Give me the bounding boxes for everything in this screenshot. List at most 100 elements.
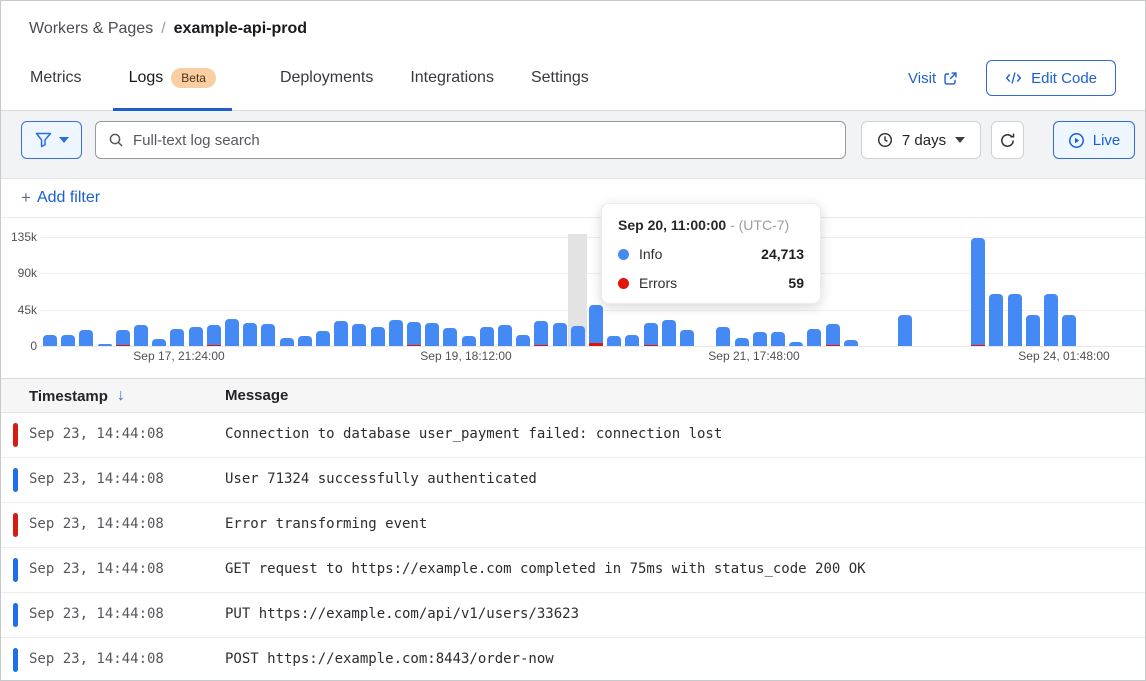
log-row[interactable]: Sep 23, 14:44:08Error transforming event [1,503,1145,548]
chart-bar[interactable] [316,331,330,346]
chart-bar[interactable] [735,338,749,346]
timestamp-column-label: Timestamp [29,388,108,405]
chart-bar[interactable] [571,326,585,346]
chart-bar[interactable] [61,335,75,346]
chart-bar[interactable] [261,324,275,346]
breadcrumb-separator: / [161,20,165,38]
chart-bar[interactable] [116,330,130,346]
log-row[interactable]: Sep 23, 14:44:08User 71324 successfully … [1,458,1145,503]
chart-bar[interactable] [644,323,658,346]
tab-logs[interactable]: Logs Beta [113,57,232,99]
chart-bar[interactable] [971,238,985,346]
clock-icon [877,132,893,148]
chart-bar[interactable] [1062,315,1076,346]
log-message: Connection to database user_payment fail… [225,426,722,442]
chart-bar[interactable] [844,340,858,346]
live-button[interactable]: Live [1053,121,1135,159]
log-row[interactable]: Sep 23, 14:44:08PUT https://example.com/… [1,593,1145,638]
tooltip-info-row: Info 24,713 [618,246,804,262]
chart-bar[interactable] [79,330,93,346]
tab-deployments[interactable]: Deployments [280,69,373,87]
visit-link[interactable]: Visit [908,70,958,87]
log-search [95,121,846,159]
page-header: Workers & Pages / example-api-prod Metri… [1,1,1145,111]
time-range-dropdown[interactable]: 7 days [861,121,981,159]
chart-bar[interactable] [553,323,567,346]
chart-bar[interactable] [170,329,184,346]
live-label: Live [1093,132,1121,149]
chart-bar[interactable] [152,339,166,346]
tooltip-info-label: Info [639,246,751,262]
log-row[interactable]: Sep 23, 14:44:08Connection to database u… [1,413,1145,458]
chart-bar-errors-segment [407,345,421,346]
chevron-down-icon [955,137,965,143]
chart-bar[interactable] [43,335,57,346]
chart-bar-errors-segment [644,345,658,346]
add-filter-button[interactable]: + Add filter [21,188,100,208]
chart-bar[interactable] [407,322,421,346]
chart-bar[interactable] [1044,294,1058,346]
chart-bar[interactable] [516,335,530,346]
chart-bar[interactable] [625,335,639,346]
refresh-button[interactable] [991,121,1024,159]
info-level-indicator [13,603,18,627]
chart-bar[interactable] [480,327,494,346]
tab-integrations[interactable]: Integrations [410,69,494,87]
chart-bar[interactable] [826,324,840,346]
breadcrumb: Workers & Pages / example-api-prod [29,20,307,38]
log-timestamp: Sep 23, 14:44:08 [29,606,164,622]
info-level-indicator [13,468,18,492]
edit-code-label: Edit Code [1031,70,1097,87]
chart-bar[interactable] [753,332,767,346]
chart-bar[interactable] [352,324,366,346]
log-table-header: Timestamp ↓ Message [1,378,1145,413]
column-header-timestamp[interactable]: Timestamp ↓ [29,387,125,405]
chart-bar[interactable] [898,315,912,346]
chart-bar[interactable] [534,321,548,346]
chart-bar[interactable] [462,336,476,346]
tab-settings[interactable]: Settings [531,69,589,87]
log-table-body: Sep 23, 14:44:08 Connection to database u… [1,413,1145,680]
chart-bar[interactable] [1008,294,1022,346]
chart-bar-errors-segment [116,345,130,346]
filter-menu-button[interactable] [21,121,82,159]
chart-bar[interactable] [1026,315,1040,346]
sort-desc-icon[interactable]: ↓ [117,387,125,405]
chart-bar[interactable] [607,336,621,346]
chart-bar[interactable] [280,338,294,346]
chart-bar[interactable] [189,327,203,346]
chart-bar[interactable] [425,323,439,346]
chart-bar-errors-segment [534,345,548,346]
chart-bar[interactable] [389,320,403,346]
chart-bar[interactable] [680,330,694,346]
x-axis-tick: Sep 17, 21:24:00 [133,349,224,363]
chart-bar[interactable] [225,319,239,346]
plus-icon: + [21,188,31,208]
chart-bar[interactable] [789,342,803,346]
search-icon [108,132,124,148]
chart-bar[interactable] [771,332,785,346]
breadcrumb-workers-pages[interactable]: Workers & Pages [29,20,153,38]
chart-bar[interactable] [371,327,385,346]
search-input[interactable] [133,132,833,149]
log-row[interactable]: Sep 23, 14:44:08GET request to https://e… [1,548,1145,593]
chart-bar[interactable] [243,323,257,346]
log-timestamp: Sep 23, 14:44:08 [29,651,164,667]
log-row[interactable]: Sep 23, 14:44:08POST https://example.com… [1,638,1145,680]
chart-bar[interactable] [989,294,1003,346]
chart-bar[interactable] [134,325,148,346]
chart-bar[interactable] [443,328,457,346]
chart-bar[interactable] [98,344,112,346]
tab-metrics[interactable]: Metrics [30,69,82,87]
chart-bar[interactable] [298,336,312,346]
edit-code-button[interactable]: Edit Code [986,60,1116,96]
chart-bar[interactable] [334,321,348,346]
chart-bar[interactable] [716,327,730,346]
chart-bar[interactable] [589,305,603,346]
chart-bar[interactable] [662,320,676,346]
chart-bar[interactable] [807,329,821,346]
chart-bar[interactable] [207,325,221,346]
add-filter-label: Add filter [37,189,100,207]
breadcrumb-current-project: example-api-prod [174,20,307,38]
chart-bar[interactable] [498,325,512,346]
